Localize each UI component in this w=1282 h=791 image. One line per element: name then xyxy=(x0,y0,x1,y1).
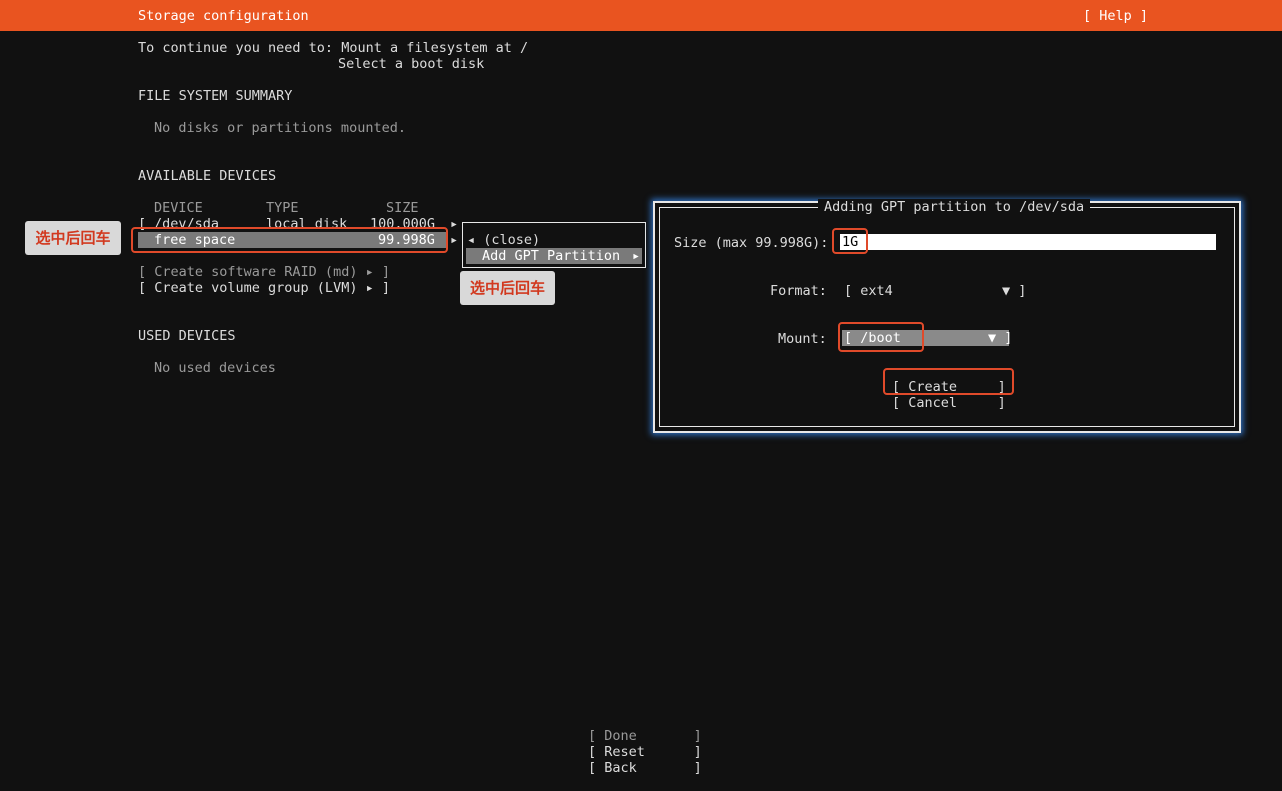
back-button[interactable]: [ Back ] xyxy=(588,760,702,776)
format-dropdown-icon: ▼ ] xyxy=(1002,283,1027,299)
fs-summary-empty: No disks or partitions mounted. xyxy=(154,120,406,136)
menu-add-gpt-label: Add GPT Partition xyxy=(482,248,621,264)
intro-line-2: Select a boot disk xyxy=(338,56,485,72)
intro-line-1: To continue you need to: Mount a filesys… xyxy=(138,40,529,56)
mount-label: Mount: xyxy=(778,331,827,347)
free-space-arrow-icon[interactable]: ▸ xyxy=(450,232,458,248)
create-lvm-button[interactable]: [ Create volume group (LVM) ▸ ] xyxy=(138,280,390,296)
cancel-button[interactable]: [ Cancel ] xyxy=(892,395,1006,411)
fs-summary-heading: FILE SYSTEM SUMMARY xyxy=(138,88,293,104)
menu-arrow-icon: ▸ xyxy=(632,248,641,264)
size-label: Size (max 99.998G): xyxy=(674,235,829,251)
add-partition-dialog: Adding GPT partition to /dev/sda Size (m… xyxy=(653,199,1241,433)
create-raid-button[interactable]: [ Create software RAID (md) ▸ ] xyxy=(138,264,390,280)
title-bar: Storage configuration [ Help ] xyxy=(0,0,1282,31)
used-devices-heading: USED DEVICES xyxy=(138,328,236,344)
annotation-tag-1: 选中后回车 xyxy=(25,221,121,255)
done-button[interactable]: [ Done ] xyxy=(588,728,702,744)
col-size: SIZE xyxy=(386,200,419,216)
annotation-tag-2: 选中后回车 xyxy=(460,271,555,305)
help-button[interactable]: [ Help ] xyxy=(1083,8,1148,24)
reset-button[interactable]: [ Reset ] xyxy=(588,744,702,760)
highlight-mount-select xyxy=(838,322,924,352)
menu-add-gpt-partition[interactable]: Add GPT Partition ▸ xyxy=(466,248,642,264)
page-title: Storage configuration xyxy=(138,8,309,24)
mount-dropdown-icon: ▼ ] xyxy=(988,330,1013,346)
col-type: TYPE xyxy=(266,200,299,216)
disk-arrow-icon[interactable]: ▸ xyxy=(450,216,458,232)
highlight-free-space xyxy=(131,227,448,253)
highlight-size-input xyxy=(832,228,868,254)
col-device: DEVICE xyxy=(154,200,203,216)
format-label: Format: xyxy=(770,283,827,299)
available-devices-heading: AVAILABLE DEVICES xyxy=(138,168,277,184)
size-input[interactable]: 1G xyxy=(840,234,1216,250)
menu-close-item[interactable]: ◂ (close) xyxy=(467,232,540,248)
highlight-create-button xyxy=(883,368,1014,395)
dialog-title: Adding GPT partition to /dev/sda xyxy=(818,199,1091,215)
format-value: [ ext4 xyxy=(844,283,893,299)
used-devices-empty: No used devices xyxy=(154,360,276,376)
device-action-menu: ◂ (close) Add GPT Partition ▸ xyxy=(462,222,646,268)
